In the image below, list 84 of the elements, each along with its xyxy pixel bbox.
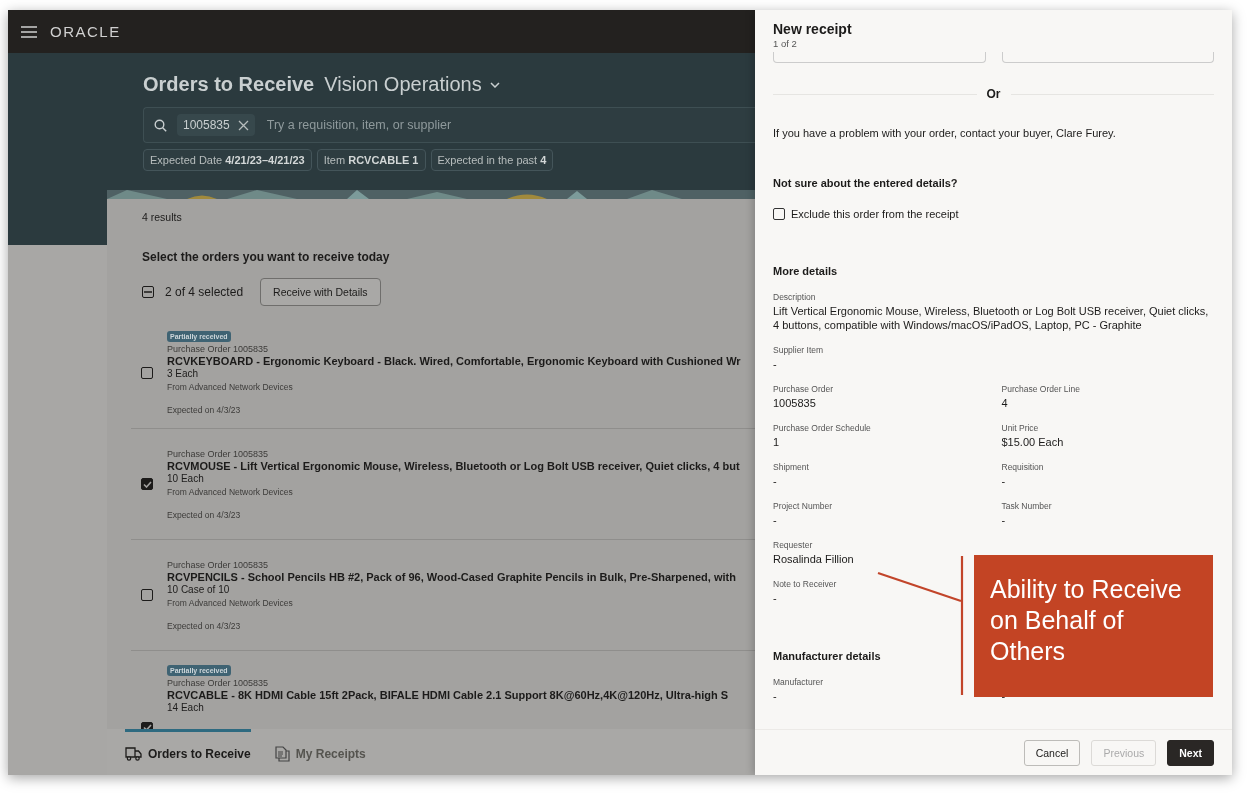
section-heading: Manufacturer details (773, 650, 881, 662)
checkbox-label[interactable]: Exclude this order from the receipt (791, 208, 959, 220)
purchase-order-number: Purchase Order 1005835 (167, 448, 270, 459)
order-quantity: 10 Each (167, 472, 205, 484)
search-icon (154, 118, 167, 132)
document-icon (274, 745, 290, 762)
field-label: Shipment (773, 462, 810, 474)
receive-with-details-button[interactable]: Receive with Details (260, 278, 381, 306)
field-label: Requester (773, 540, 814, 552)
select-all-checkbox[interactable] (142, 286, 154, 298)
field-value: - (773, 513, 778, 527)
exclude-checkbox[interactable] (773, 208, 785, 220)
field-value: - (773, 591, 778, 605)
field-label: Project Number (773, 501, 834, 513)
filter-chip[interactable]: Item RCVCABLE 1 (316, 149, 426, 171)
field-label: Purchase Order Line (1001, 384, 1081, 396)
truck-icon (125, 746, 142, 761)
section-heading: More details (773, 265, 838, 277)
filter-chip[interactable]: Expected Date 4/21/23–4/21/23 (143, 149, 312, 171)
order-quantity: 3 Each (167, 368, 200, 379)
order-checkbox[interactable] (141, 589, 153, 601)
search-chip[interactable]: 1005835 (177, 114, 255, 136)
field-value: 4 (1001, 396, 1009, 410)
check-icon (142, 724, 152, 729)
list-heading: Select the orders you want to receive today (142, 250, 391, 264)
field-label: Note to Receiver (773, 579, 837, 591)
results-count: 4 results (142, 211, 183, 223)
supplier-name: From Advanced Network Devices (167, 486, 294, 497)
selection-count: 2 of 4 selected (165, 285, 244, 299)
supplier-name: From Advanced Network Devices (167, 597, 294, 608)
menu-icon[interactable] (21, 25, 37, 38)
order-item-title[interactable]: RCVCABLE - 8K HDMI Cable 15ft 2Pack, BIFALE HDMI Cable 2.1 Support 8K@60Hz,4K@120Hz, Ultra-high S (167, 689, 729, 701)
contact-message: If you have a problem with your order, contact your buyer, Clare Furey. (773, 127, 1116, 139)
order-quantity: 10 Case of 10 (167, 583, 231, 595)
field-label: Task Number (1001, 501, 1053, 513)
check-icon (142, 480, 152, 488)
expected-date: Expected on 4/3/23 (167, 405, 242, 415)
field-label: Purchase Order Schedule (773, 423, 872, 435)
minus-icon (144, 291, 152, 293)
close-icon[interactable] (237, 119, 249, 131)
field-value: 1 (773, 435, 781, 449)
order-item-title[interactable]: RCVPENCILS - School Pencils HB #2, Pack of 96, Wood-Cased Graphite Pencils in Bulk, Pre-Sharpened, with (167, 570, 736, 583)
order-checkbox[interactable] (141, 478, 153, 490)
nav-tab[interactable]: Orders to Receive (125, 729, 251, 775)
field-value: Rosalinda Fillion (773, 552, 854, 566)
field-value: 1005835 (773, 396, 817, 410)
input-field[interactable] (1001, 52, 1214, 63)
purchase-order-number: Purchase Order 1005835 (167, 344, 270, 354)
field-value: - (773, 689, 778, 703)
divider-label: Or (986, 87, 1001, 101)
field-label: Manufacturer (773, 677, 825, 689)
purchase-order-number: Purchase Order 1005835 (167, 678, 270, 688)
search-field[interactable]: 1005835 Try a requisition, item, or supplier (143, 107, 755, 143)
filter-chip[interactable]: Expected in the past 4 (430, 149, 554, 171)
supplier-name: From Advanced Network Devices (167, 382, 294, 392)
field-value: - (1001, 474, 1007, 488)
order-item-title[interactable]: RCVKEYBOARD - Ergonomic Keyboard - Black. Wired, Comfortable, Ergonomic Keyboard with Cushioned Wr (167, 355, 741, 367)
field-label: Requisition (1001, 462, 1045, 474)
order-item-title[interactable]: RCVMOUSE - Lift Vertical Ergonomic Mouse, Wireless, Bluetooth or Log Bolt USB receiver, Quiet clicks, 4 but (167, 459, 740, 472)
expected-date: Expected on 4/3/23 (167, 620, 242, 631)
field-label: Purchase Order (773, 384, 834, 396)
field-value: Lift Vertical Ergonomic Mouse, Wireless, Bluetooth or Log Bolt USB receiver, Quiet clicks, 4 buttons, compatible with Windows/macOS/iPadOS, Laptop, PC - Graphite (773, 304, 1210, 332)
organization-selector[interactable]: Vision Operations (324, 73, 500, 96)
field-label: Unit Price (1001, 423, 1040, 435)
field-value: - (773, 357, 778, 371)
footer-button[interactable]: Cancel (1023, 739, 1081, 766)
expected-date: Expected on 4/3/23 (167, 509, 242, 520)
purchase-order-number: Purchase Order 1005835 (167, 559, 270, 570)
chevron-down-icon (489, 81, 500, 88)
field-label: Description (773, 292, 817, 304)
page-title: Orders to Receive (143, 73, 315, 96)
section-heading: Not sure about the entered details? (773, 177, 958, 189)
field-value: - (773, 474, 778, 488)
order-checkbox[interactable] (141, 367, 153, 379)
oracle-logo[interactable]: ORACLE (50, 23, 121, 40)
step-indicator: 1 of 2 (773, 38, 798, 49)
drawer-title: New receipt (773, 21, 853, 37)
field-value: $15.00 Each (1001, 435, 1065, 449)
order-quantity: 14 Each (167, 702, 205, 713)
input-field[interactable] (773, 52, 986, 63)
field-value: - (1001, 513, 1007, 527)
field-label: Supplier Item (773, 345, 824, 357)
annotation-callout: Ability to Receive on Behalf of Others (974, 555, 1213, 697)
footer-button[interactable]: Next (1167, 739, 1214, 766)
